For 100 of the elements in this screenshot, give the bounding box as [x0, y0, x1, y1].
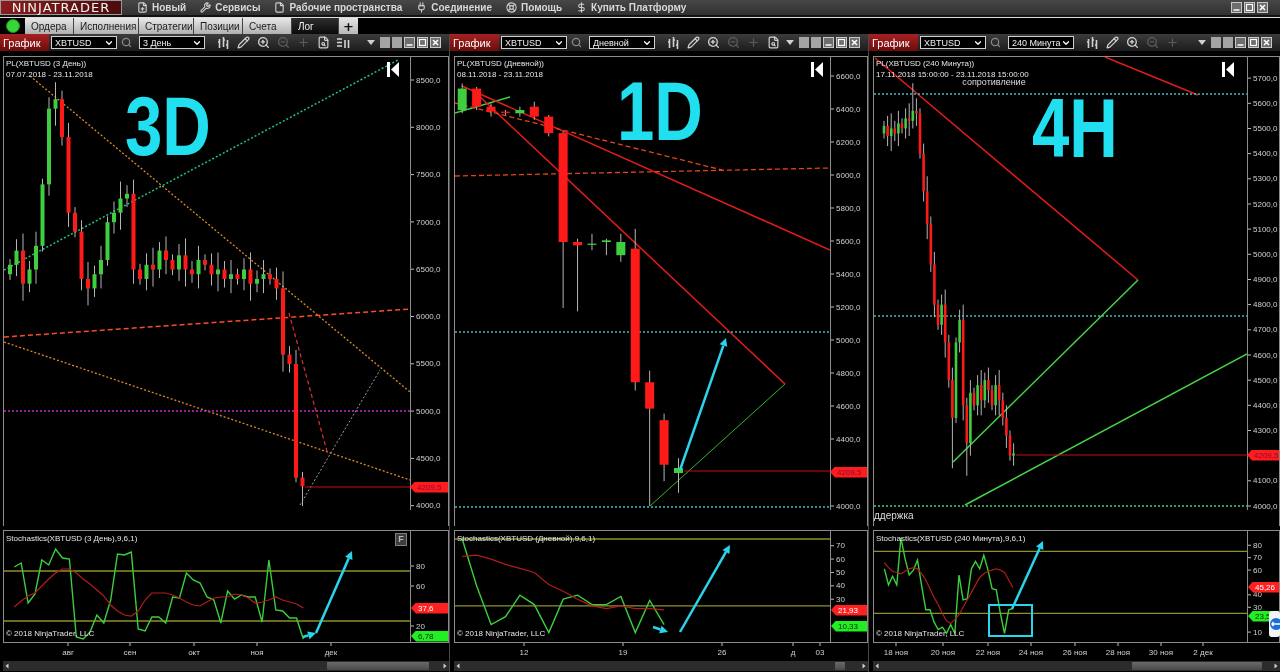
- candle: [138, 263, 142, 286]
- scroll-left-icon[interactable]: [454, 661, 462, 671]
- instrument-dropdown[interactable]: XBTUSD: [51, 36, 117, 49]
- bar-chart-icon[interactable]: [1086, 36, 1099, 49]
- caret-icon[interactable]: [1198, 40, 1206, 45]
- axis-label: 6400,0: [836, 104, 861, 114]
- axis-label: 40: [1253, 590, 1262, 600]
- panel-button[interactable]: F: [395, 533, 407, 546]
- axis-label: 70: [836, 541, 845, 551]
- search-icon[interactable]: [121, 37, 132, 48]
- maximize-icon[interactable]: [1244, 2, 1255, 13]
- caret-icon[interactable]: [786, 40, 794, 45]
- pencil-icon[interactable]: [1106, 36, 1119, 49]
- instrument-dropdown[interactable]: XBTUSD: [920, 36, 986, 49]
- axis-label: авг: [62, 648, 74, 658]
- chart-note: сопротивление: [962, 77, 1026, 87]
- chart-menu-button[interactable]: График: [450, 34, 499, 51]
- file-search-icon[interactable]: [317, 36, 330, 49]
- tile-icon[interactable]: [1211, 37, 1221, 48]
- axis-label: 24 ноя: [1018, 648, 1044, 658]
- menu-item[interactable]: Рабочие пространства: [267, 0, 410, 15]
- close-icon[interactable]: [430, 37, 441, 48]
- file-search-icon[interactable]: [767, 36, 780, 49]
- search-icon[interactable]: [990, 37, 1001, 48]
- tab[interactable]: Счета: [243, 18, 292, 34]
- tile-icon[interactable]: [811, 37, 821, 48]
- axis-label: 80: [1253, 540, 1262, 550]
- candle: [151, 247, 155, 288]
- skip-back-icon[interactable]: [1222, 62, 1234, 77]
- scroll-thumb[interactable]: [1132, 662, 1262, 670]
- add-tab-button[interactable]: +: [339, 18, 358, 34]
- maximize-icon[interactable]: [836, 37, 847, 48]
- axis-label: 4300,0: [1253, 426, 1278, 436]
- period-dropdown[interactable]: 3 День: [139, 36, 205, 49]
- close-icon[interactable]: [849, 37, 860, 48]
- axis-label: 5200,0: [836, 302, 861, 312]
- minimize-icon[interactable]: [404, 37, 415, 48]
- menu-item[interactable]: Новый: [130, 0, 194, 15]
- scroll-left-icon[interactable]: [3, 661, 11, 671]
- caret-icon[interactable]: [367, 40, 375, 45]
- axis-label: 4000,0: [1253, 501, 1278, 511]
- tile-icon[interactable]: [392, 37, 402, 48]
- zoom-in-icon[interactable]: [707, 36, 720, 49]
- axis-label: 7500,0: [416, 170, 441, 180]
- axis-label: 4400,0: [1253, 400, 1278, 410]
- bar-chart-icon[interactable]: [217, 36, 230, 49]
- candle: [164, 235, 168, 275]
- chart-menu-button[interactable]: График: [0, 34, 49, 51]
- minimize-icon[interactable]: [1231, 2, 1242, 13]
- pencil-icon[interactable]: [237, 36, 250, 49]
- axis-label: 5200,0: [1253, 199, 1278, 209]
- search-icon[interactable]: [571, 37, 582, 48]
- list-icon[interactable]: [337, 37, 350, 48]
- value-tag: 37,6: [411, 602, 448, 614]
- menu-item[interactable]: Купить Платформу: [569, 0, 694, 15]
- candle: [125, 184, 129, 208]
- axis-label: 28 ноя: [1105, 648, 1131, 658]
- close-icon[interactable]: [1261, 37, 1272, 48]
- candle: [196, 245, 201, 289]
- scroll-thumb[interactable]: [835, 662, 845, 670]
- menu-item[interactable]: Соединение: [409, 0, 499, 15]
- axis-label: 30: [1253, 602, 1262, 612]
- candle: [300, 471, 305, 507]
- scroll-left-icon[interactable]: [873, 661, 881, 671]
- tile-icon[interactable]: [380, 37, 390, 48]
- instrument-dropdown[interactable]: XBTUSD: [501, 36, 567, 49]
- pencil-icon[interactable]: [687, 36, 700, 49]
- minimize-icon[interactable]: [823, 37, 834, 48]
- menu-item[interactable]: Сервисы: [193, 0, 268, 15]
- tab[interactable]: Исполнения: [74, 18, 139, 34]
- scrollbar[interactable]: [873, 661, 1280, 671]
- scroll-thumb[interactable]: [327, 662, 429, 670]
- date-range: 08.11.2018 - 23.11.2018: [457, 69, 543, 80]
- candle: [248, 251, 253, 302]
- tile-icon[interactable]: [799, 37, 809, 48]
- zoom-in-icon[interactable]: [1126, 36, 1139, 49]
- tab[interactable]: Позиции: [194, 18, 243, 34]
- axis-label: дек: [324, 648, 338, 658]
- period-dropdown[interactable]: Дневной: [589, 36, 655, 49]
- date-range: 07.07.2018 - 23.11.2018: [6, 69, 93, 80]
- minimize-icon[interactable]: [1235, 37, 1246, 48]
- tab[interactable]: Стратегии: [139, 18, 194, 34]
- chart-menu-button[interactable]: График: [869, 34, 918, 51]
- bar-chart-icon[interactable]: [667, 36, 680, 49]
- scrollbar[interactable]: [3, 661, 449, 671]
- zoom-in-icon[interactable]: [257, 36, 270, 49]
- tab[interactable]: Ордера: [25, 18, 74, 34]
- period-dropdown[interactable]: 240 Минута: [1008, 36, 1074, 49]
- skip-back-icon[interactable]: [811, 62, 823, 77]
- maximize-icon[interactable]: [1248, 37, 1259, 48]
- menu-item[interactable]: Помощь: [499, 0, 570, 15]
- skip-back-icon[interactable]: [387, 62, 399, 77]
- candle: [229, 259, 233, 294]
- close-icon[interactable]: [1257, 2, 1268, 13]
- scrollbar[interactable]: [454, 661, 868, 671]
- scroll-right-icon[interactable]: [1272, 661, 1280, 671]
- tile-icon[interactable]: [1223, 37, 1233, 48]
- axis-label: 7000,0: [416, 217, 441, 227]
- maximize-icon[interactable]: [417, 37, 428, 48]
- tab[interactable]: Лог: [292, 18, 339, 34]
